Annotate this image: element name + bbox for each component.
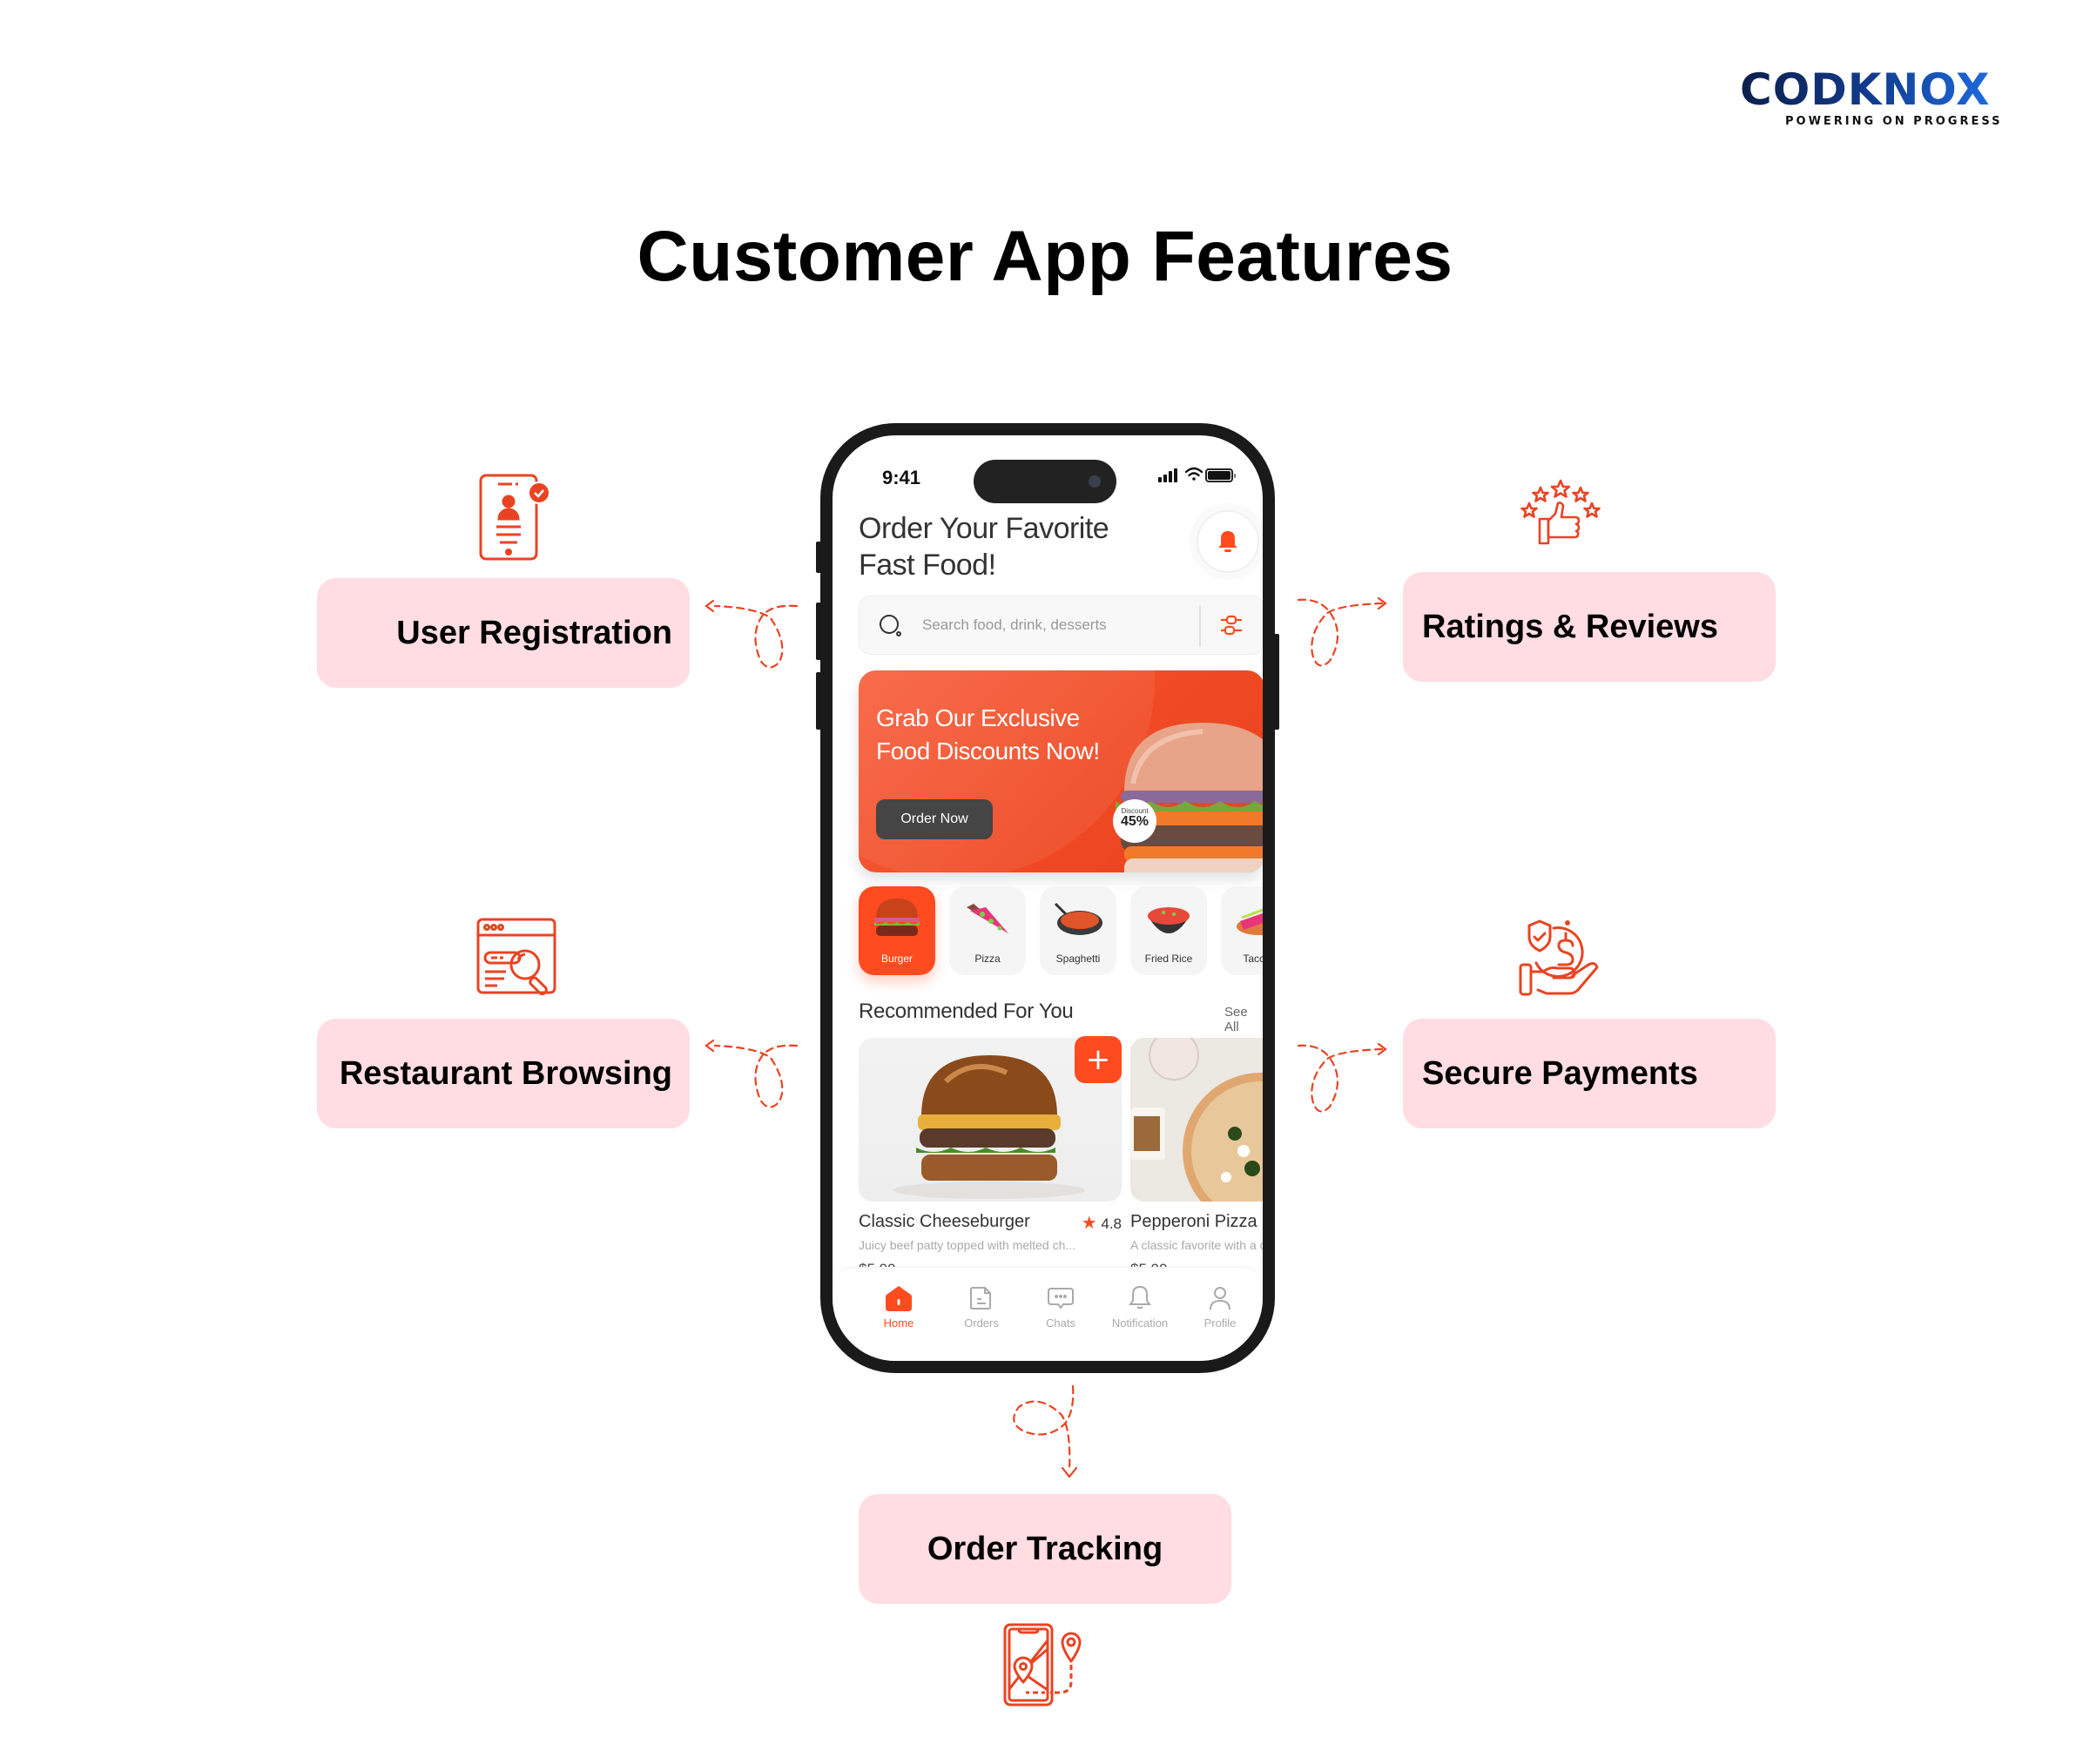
category-spaghetti[interactable]: Spaghetti [1040,886,1116,975]
promo-banner[interactable]: Grab Our Exclusive Food Discounts Now! O… [859,670,1263,872]
bell-icon [1129,1285,1151,1310]
page-title: Customer App Features [637,217,1453,296]
food-card[interactable]: + Classic Cheeseburger ★ 4.8 Juicy beef … [859,1036,1122,1282]
category-label: Fried Rice [1144,953,1193,965]
tab-label: Home [883,1316,914,1330]
phone-mockup: 9:41 Order Your Favorite Fast Food! Sear… [816,423,1279,1373]
phone-side-button [816,542,821,573]
notification-button[interactable] [1197,510,1259,573]
category-label: Taccos [1243,953,1263,965]
app-screen: 9:41 Order Your Favorite Fast Food! Sear… [833,435,1263,1361]
dashed-arrow-connector [1297,1042,1387,1113]
category-label: Burger [880,953,914,965]
phone-side-button [1274,634,1279,730]
search-bar [859,596,1263,655]
tab-profile[interactable]: Profile [1181,1283,1259,1330]
phone-side-button [816,672,821,730]
logo-wordmark: CODKNOX [1740,64,1991,115]
burger-image [1116,723,1263,872]
feature-restaurant-browsing: Restaurant Browsing [317,1019,690,1128]
camera-icon [1089,475,1101,488]
food-image [1130,1038,1263,1202]
signal-icon [1158,468,1177,482]
phone-side-button [816,603,821,660]
banner-headline: Grab Our Exclusive Food Discounts Now! [876,702,1100,768]
hand-coin-shield-icon [1519,919,1599,996]
tab-label: Chats [1046,1316,1075,1330]
tab-label: Orders [964,1316,999,1330]
food-name: Pepperoni Pizza (M [1130,1212,1263,1231]
fried-rice-icon [1148,907,1190,933]
order-now-button[interactable]: Order Now [876,799,993,839]
tab-label: Profile [1203,1316,1237,1330]
food-card[interactable]: Pepperoni Pizza (M A classic favorite wi… [1130,1038,1263,1282]
star-icon: ★ [1081,1214,1097,1233]
brand-logo: CODKNOX POWERING ON PROGRESS [1740,68,2022,129]
banner-line-1: Grab Our Exclusive [876,704,1080,731]
profile-icon [1210,1287,1230,1310]
logo-tagline: POWERING ON PROGRESS [1785,115,2003,128]
rating-value: 4.8 [1101,1215,1122,1232]
burger-icon [874,899,920,936]
home-icon [886,1286,912,1311]
spaghetti-icon [1054,902,1102,935]
orders-icon [970,1287,991,1310]
dashed-arrow-connector [1013,1384,1078,1478]
dashed-arrow-connector [705,1039,799,1108]
dashed-arrow-connector [1297,596,1387,667]
tab-orders[interactable]: Orders [942,1283,1021,1330]
browser-search-icon [476,918,556,996]
wifi-icon [1184,467,1203,481]
category-list: Burger Pizza Spaghetti Fried Rice Tacc [859,886,1263,977]
phone-map-pin-icon [1003,1623,1082,1707]
taco-icon [1237,908,1263,935]
feature-order-tracking: Order Tracking [859,1494,1231,1604]
category-fried-rice[interactable]: Fried Rice [1130,886,1207,975]
tab-chats[interactable]: Chats [1021,1283,1100,1330]
thumbs-up-stars-icon [1520,479,1601,545]
category-taccos[interactable]: Taccos [1221,886,1263,975]
search-icon [880,615,901,636]
dynamic-island [974,460,1116,503]
status-time: 9:41 [882,467,921,488]
see-all-link[interactable]: See All [1224,1005,1263,1034]
tab-label: Notification [1111,1316,1169,1330]
battery-icon [1205,468,1236,482]
category-pizza[interactable]: Pizza [949,886,1026,975]
food-description: Juicy beef patty topped with melted ch..… [859,1238,1076,1252]
search-divider [1199,605,1201,647]
banner-line-2: Food Discounts Now! [876,737,1100,764]
food-description: A classic favorite with a cr [1130,1238,1263,1252]
food-name: Classic Cheeseburger [859,1212,1030,1231]
app-headline: Order Your Favorite Fast Food! [859,510,1109,583]
food-rating: ★ 4.8 [1082,1212,1122,1234]
feature-secure-payments: Secure Payments [1403,1019,1776,1128]
category-label: Pizza [974,953,1001,965]
add-to-cart-button[interactable]: + [1075,1036,1122,1083]
bottom-tab-bar: Home Orders Chats Notification Profile [833,1267,1263,1361]
category-label: Spaghetti [1055,953,1101,965]
tab-home[interactable]: Home [860,1283,938,1330]
dashed-arrow-connector [705,599,799,669]
phone-user-check-icon [479,474,550,561]
chat-icon [1048,1288,1074,1310]
bell-icon [1218,531,1237,552]
search-input[interactable] [922,596,1183,654]
headline-line-2: Fast Food! [859,549,996,582]
tab-notification[interactable]: Notification [1101,1283,1179,1330]
filter-icon[interactable] [1219,612,1244,638]
headline-line-1: Order Your Favorite [859,512,1109,545]
status-bar: 9:41 [833,435,1263,503]
discount-badge: Discount 45% [1113,799,1156,843]
discount-value: 45% [1120,814,1150,829]
recommended-title: Recommended For You [859,1000,1074,1023]
category-burger[interactable]: Burger [859,886,935,975]
pizza-icon [967,904,1008,933]
feature-ratings-reviews: Ratings & Reviews [1403,572,1776,682]
feature-user-registration: User Registration [317,578,690,688]
